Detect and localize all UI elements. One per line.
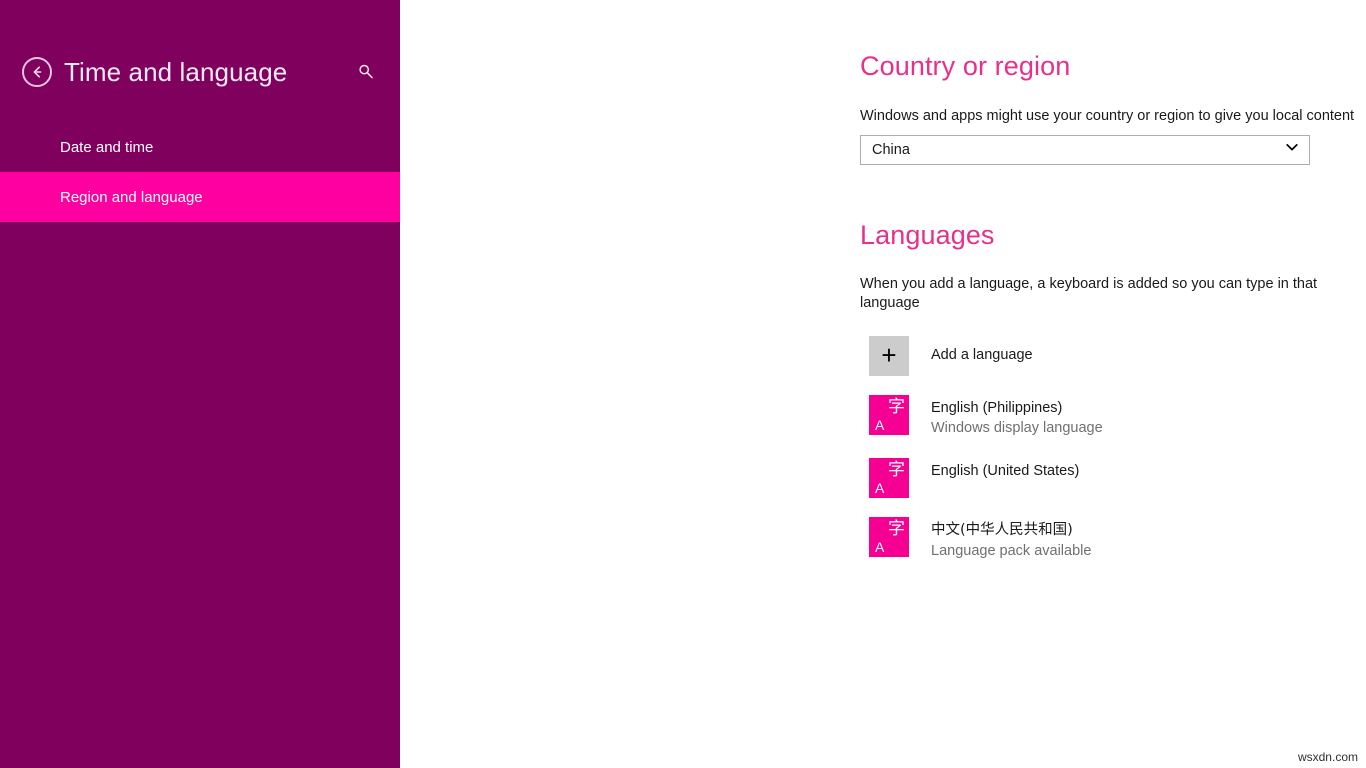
language-status: Language pack available	[931, 542, 1091, 562]
list-item-text: English (Philippines) Windows display la…	[931, 395, 1103, 439]
language-status: Windows display language	[931, 419, 1103, 439]
country-select-value: China	[872, 142, 1284, 158]
language-name: English (United States)	[931, 462, 1079, 482]
country-section-heading: Country or region	[860, 52, 1366, 82]
sidebar-item-label: Region and language	[60, 189, 203, 206]
sidebar-item-date-and-time[interactable]: Date and time	[0, 122, 400, 172]
list-item[interactable]: A 字 English (United States)	[860, 458, 1366, 498]
sidebar: Time and language Date and time Region a…	[0, 0, 400, 768]
list-item[interactable]: A 字 English (Philippines) Windows displa…	[860, 395, 1366, 439]
language-tile-icon: A 字	[869, 395, 909, 435]
language-name: 中文(中华人民共和国)	[931, 521, 1091, 541]
settings-screen: Time and language Date and time Region a…	[0, 0, 1366, 768]
sidebar-nav: Date and time Region and language	[0, 122, 400, 222]
language-name: English (Philippines)	[931, 399, 1103, 419]
sidebar-item-region-and-language[interactable]: Region and language	[0, 172, 400, 222]
language-list: + Add a language A 字 English (Philippine…	[860, 336, 1366, 561]
list-item[interactable]: A 字 中文(中华人民共和国) Language pack available	[860, 517, 1366, 561]
country-or-region-section: Country or region Windows and apps might…	[860, 52, 1366, 165]
sidebar-header: Time and language	[0, 36, 400, 108]
language-tile-icon: A 字	[869, 458, 909, 498]
add-language-row[interactable]: + Add a language	[860, 336, 1366, 376]
list-item-text: English (United States)	[931, 458, 1079, 482]
watermark: wsxdn.com	[1298, 750, 1358, 764]
languages-section: Languages When you add a language, a key…	[860, 221, 1366, 562]
chevron-down-icon	[1284, 139, 1300, 160]
search-icon[interactable]	[352, 58, 380, 86]
plus-icon: +	[869, 336, 909, 376]
page-title: Time and language	[64, 57, 287, 88]
list-item-text: 中文(中华人民共和国) Language pack available	[931, 517, 1091, 561]
sidebar-item-label: Date and time	[60, 139, 153, 156]
country-section-description: Windows and apps might use your country …	[860, 107, 1366, 126]
languages-section-heading: Languages	[860, 221, 1366, 251]
back-arrow-circle-icon[interactable]	[22, 57, 52, 87]
content-pane: Country or region Windows and apps might…	[400, 0, 1366, 768]
languages-section-description: When you add a language, a keyboard is a…	[860, 275, 1366, 313]
country-select[interactable]: China	[860, 135, 1310, 165]
add-language-label: Add a language	[931, 336, 1033, 363]
language-tile-icon: A 字	[869, 517, 909, 557]
